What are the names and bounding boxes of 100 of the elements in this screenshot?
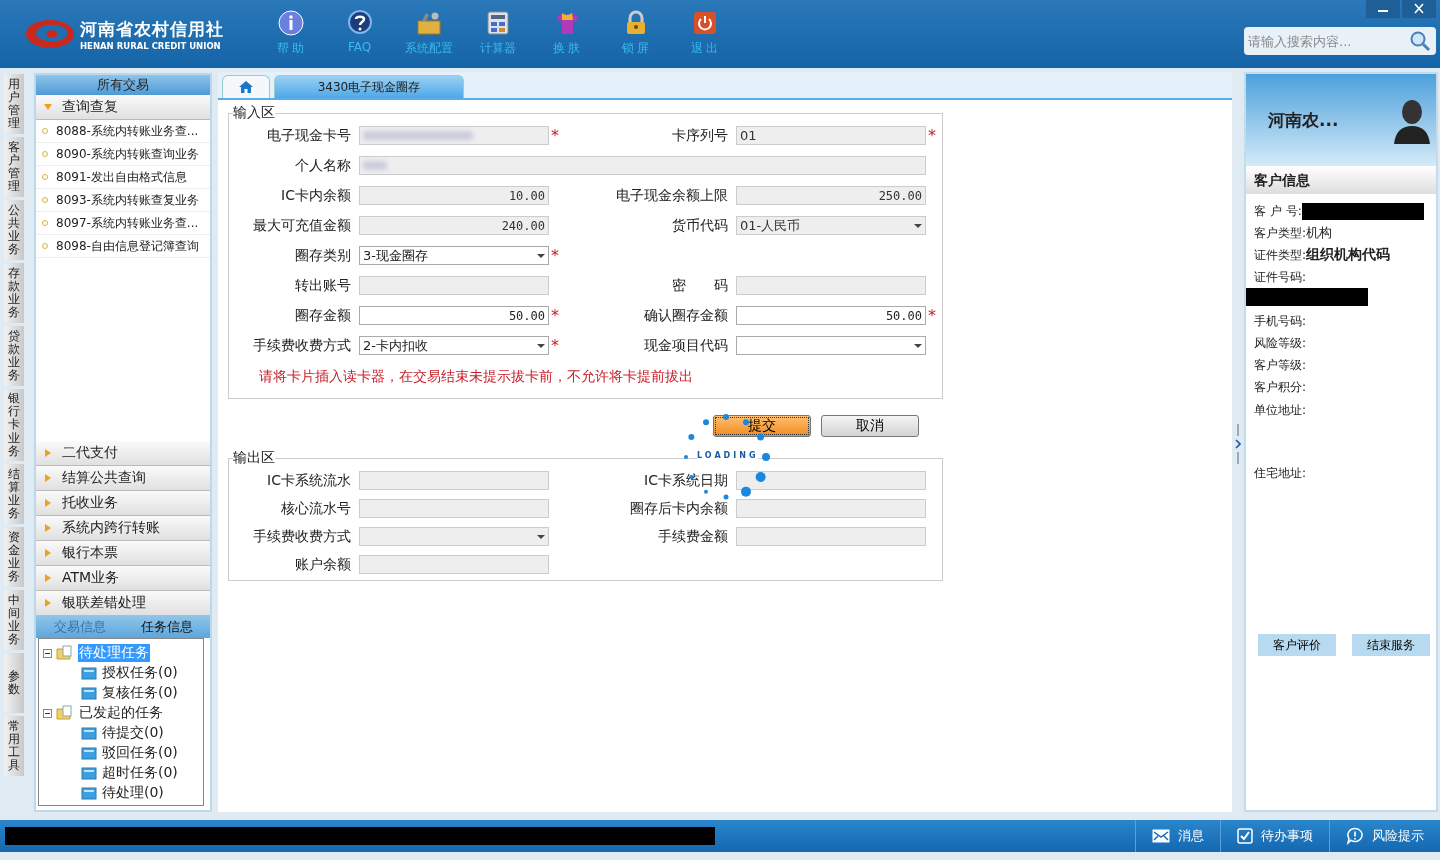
caret-icon[interactable] — [537, 534, 545, 539]
caret-icon[interactable] — [537, 253, 545, 258]
info-label: 客户类型: — [1254, 224, 1307, 242]
help-icon[interactable] — [346, 10, 373, 36]
menu-group[interactable]: 托收业务 — [36, 491, 210, 516]
collapse-icon[interactable] — [43, 648, 52, 658]
side-tab[interactable]: 资金业务 — [4, 526, 24, 587]
menu-group[interactable]: 二代支付 — [36, 441, 210, 466]
field-label: 电子现金卡号 — [266, 126, 352, 145]
tree-item[interactable]: 待处理(0) — [101, 784, 165, 802]
info-icon[interactable] — [277, 10, 304, 36]
action-button[interactable]: 取消 — [821, 415, 919, 437]
side-tab[interactable]: 用户管理 — [4, 74, 24, 134]
input-field[interactable]: 240.00 — [359, 216, 549, 235]
input-field[interactable] — [359, 499, 549, 518]
status-item[interactable]: 待办事项 — [1220, 820, 1329, 852]
input-field[interactable] — [359, 555, 549, 574]
input-field[interactable] — [359, 276, 549, 295]
menu-group[interactable]: 系统内跨行转账 — [36, 516, 210, 541]
caret-icon[interactable] — [914, 223, 922, 228]
side-tab[interactable]: 参数 — [4, 652, 24, 713]
input-field[interactable]: 01-人民币 — [736, 216, 926, 235]
input-field[interactable] — [736, 499, 926, 518]
action-button[interactable]: 提交 — [713, 415, 811, 437]
input-field[interactable] — [736, 276, 926, 295]
input-field[interactable] — [736, 471, 926, 490]
tree-item[interactable]: 授权任务(0) — [101, 664, 179, 682]
panel-title: 客户信息 — [1246, 166, 1436, 194]
input-field[interactable]: 2-卡内扣收 — [359, 336, 549, 355]
input-field[interactable]: 50.00 — [736, 306, 926, 325]
info-label: 手机号码: — [1254, 312, 1307, 330]
input-field[interactable]: 01 — [736, 126, 926, 145]
info-label: 单位地址: — [1254, 402, 1307, 419]
menu-group[interactable]: 银联差错处理 — [36, 591, 210, 616]
menu-item[interactable]: 8088-系统内转账业务查... — [36, 120, 210, 143]
home-icon — [238, 80, 254, 94]
triangle-icon — [44, 599, 52, 607]
input-field[interactable]: 50.00 — [359, 306, 549, 325]
panel-button[interactable]: 客户评价 — [1258, 634, 1336, 656]
input-field[interactable] — [359, 126, 549, 145]
menu-group[interactable]: 银行本票 — [36, 541, 210, 566]
status-item[interactable]: 风险提示 — [1329, 820, 1440, 852]
side-tab[interactable]: 贷款业务 — [4, 326, 24, 386]
side-tab[interactable]: 中间业务 — [4, 589, 24, 650]
menu-group[interactable]: ATM业务 — [36, 566, 210, 591]
side-tab[interactable]: 银行卡业务 — [4, 389, 24, 461]
menu-item[interactable]: 8097-系统内转账业务查... — [36, 212, 210, 235]
input-field[interactable] — [359, 156, 926, 175]
panel-tab[interactable]: 任务信息 — [123, 616, 210, 638]
page-tab[interactable]: 3430电子现金圈存 — [274, 75, 464, 98]
tree-item[interactable]: 待提交(0) — [101, 724, 165, 742]
calculator-icon[interactable] — [484, 10, 511, 36]
loading-text: LOADING — [697, 451, 759, 460]
menu-group[interactable]: 结算公共查询 — [36, 466, 210, 491]
field-label: 个人名称 — [294, 156, 352, 175]
required-mark: * — [928, 126, 936, 145]
toolbox-icon[interactable] — [415, 10, 442, 36]
status-item[interactable]: 消息 — [1135, 820, 1220, 852]
tree-item[interactable]: 已发起的任务 — [78, 704, 164, 722]
input-field[interactable]: 10.00 — [359, 186, 549, 205]
section-title: 输入区 — [233, 104, 275, 122]
close-icon[interactable] — [1402, 0, 1436, 18]
input-field[interactable] — [736, 336, 926, 355]
info-label: 客户积分: — [1254, 378, 1307, 396]
menu-item[interactable]: 8091-发出自由格式信息 — [36, 166, 210, 189]
panel-button[interactable]: 结束服务 — [1352, 634, 1430, 656]
tree-item[interactable]: 驳回任务(0) — [101, 744, 179, 762]
caret-icon[interactable] — [914, 343, 922, 348]
caret-icon[interactable] — [537, 343, 545, 348]
folder-icon — [81, 726, 97, 740]
side-tab[interactable]: 存款业务 — [4, 263, 24, 323]
menu-item[interactable]: 8098-自由信息登记簿查询 — [36, 235, 210, 258]
tree-item[interactable]: 复核任务(0) — [101, 684, 179, 702]
expand-handle-icon[interactable] — [1235, 424, 1241, 464]
input-field[interactable] — [736, 527, 926, 546]
swirl-logo-icon — [24, 17, 76, 51]
menu-item[interactable]: 8093-系统内转账查复业务 — [36, 189, 210, 212]
search-icon[interactable] — [1409, 30, 1431, 52]
side-tab[interactable]: 结算业务 — [4, 463, 24, 524]
power-icon[interactable] — [691, 10, 718, 36]
home-tab[interactable] — [222, 75, 270, 98]
folder-icon — [81, 766, 97, 780]
input-field[interactable]: 250.00 — [736, 186, 926, 205]
minimize-icon[interactable] — [1366, 0, 1400, 18]
side-tab[interactable]: 常用工具 — [4, 715, 24, 776]
input-field[interactable] — [359, 471, 549, 490]
field-label: 手续费金额 — [657, 527, 729, 546]
side-tab[interactable]: 客户管理 — [4, 137, 24, 197]
tree-item[interactable]: 超时任务(0) — [101, 764, 179, 782]
search-field[interactable]: 请输入搜索内容... — [1244, 27, 1436, 55]
folder-icon — [81, 786, 97, 800]
input-field[interactable] — [359, 527, 549, 546]
side-tab[interactable]: 公共业务 — [4, 200, 24, 260]
brand-subtitle: HENAN RURAL CREDIT UNION — [80, 40, 222, 51]
field-label: 圈存后卡内余额 — [629, 499, 729, 518]
input-field[interactable]: 3-现金圈存 — [359, 246, 549, 265]
sidebar-header: 所有交易 — [36, 75, 210, 95]
collapse-icon[interactable] — [43, 708, 52, 718]
menu-item[interactable]: 8090-系统内转账查询业务 — [36, 143, 210, 166]
menu-group[interactable]: 查询查复 — [36, 95, 210, 120]
